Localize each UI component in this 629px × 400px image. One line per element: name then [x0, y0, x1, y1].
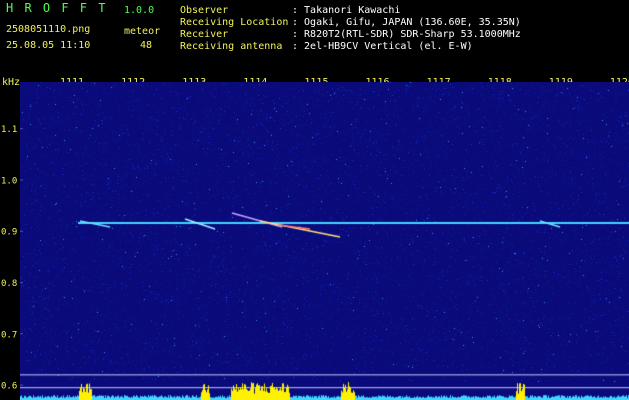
value-receiver: : R820T2(RTL-SDR) SDR-Sharp 53.1000MHz [292, 29, 521, 40]
label-location: Receiving Location [180, 17, 289, 28]
freq-tick-label: 0.8 [1, 279, 17, 289]
value-observer: : Takanori Kawachi [292, 5, 401, 16]
type-label: meteor [124, 26, 161, 37]
freq-tick-label: 1.0 [1, 176, 17, 186]
freq-tick-label: 1.1 [1, 125, 17, 135]
spectrogram [20, 82, 629, 400]
label-observer: Observer [180, 5, 229, 16]
filename: 2508051110.png [6, 24, 91, 35]
freq-tick-label: 0.6 [1, 382, 17, 392]
datetime: 25.08.05 11:10 [6, 40, 91, 51]
app-version: 1.0.0 [124, 5, 155, 16]
value-location: : Ogaki, Gifu, JAPAN (136.60E, 35.35N) [292, 17, 521, 28]
count: 48 [140, 40, 153, 51]
header-panel: H R O F F T 1.0.0 2508051110.png meteor … [0, 0, 629, 78]
label-antenna: Receiving antenna [180, 41, 283, 52]
app-name: H R O F F T [6, 1, 108, 15]
label-receiver: Receiver [180, 29, 229, 40]
freq-tick-label: 0.7 [1, 330, 17, 340]
freq-tick-label: 0.9 [1, 228, 17, 238]
value-antenna: : 2el-HB9CV Vertical (el. E-W) [292, 41, 473, 52]
frequency-axis: 1.1 1.0 0.9 0.8 0.7 0.6 [1, 125, 17, 392]
